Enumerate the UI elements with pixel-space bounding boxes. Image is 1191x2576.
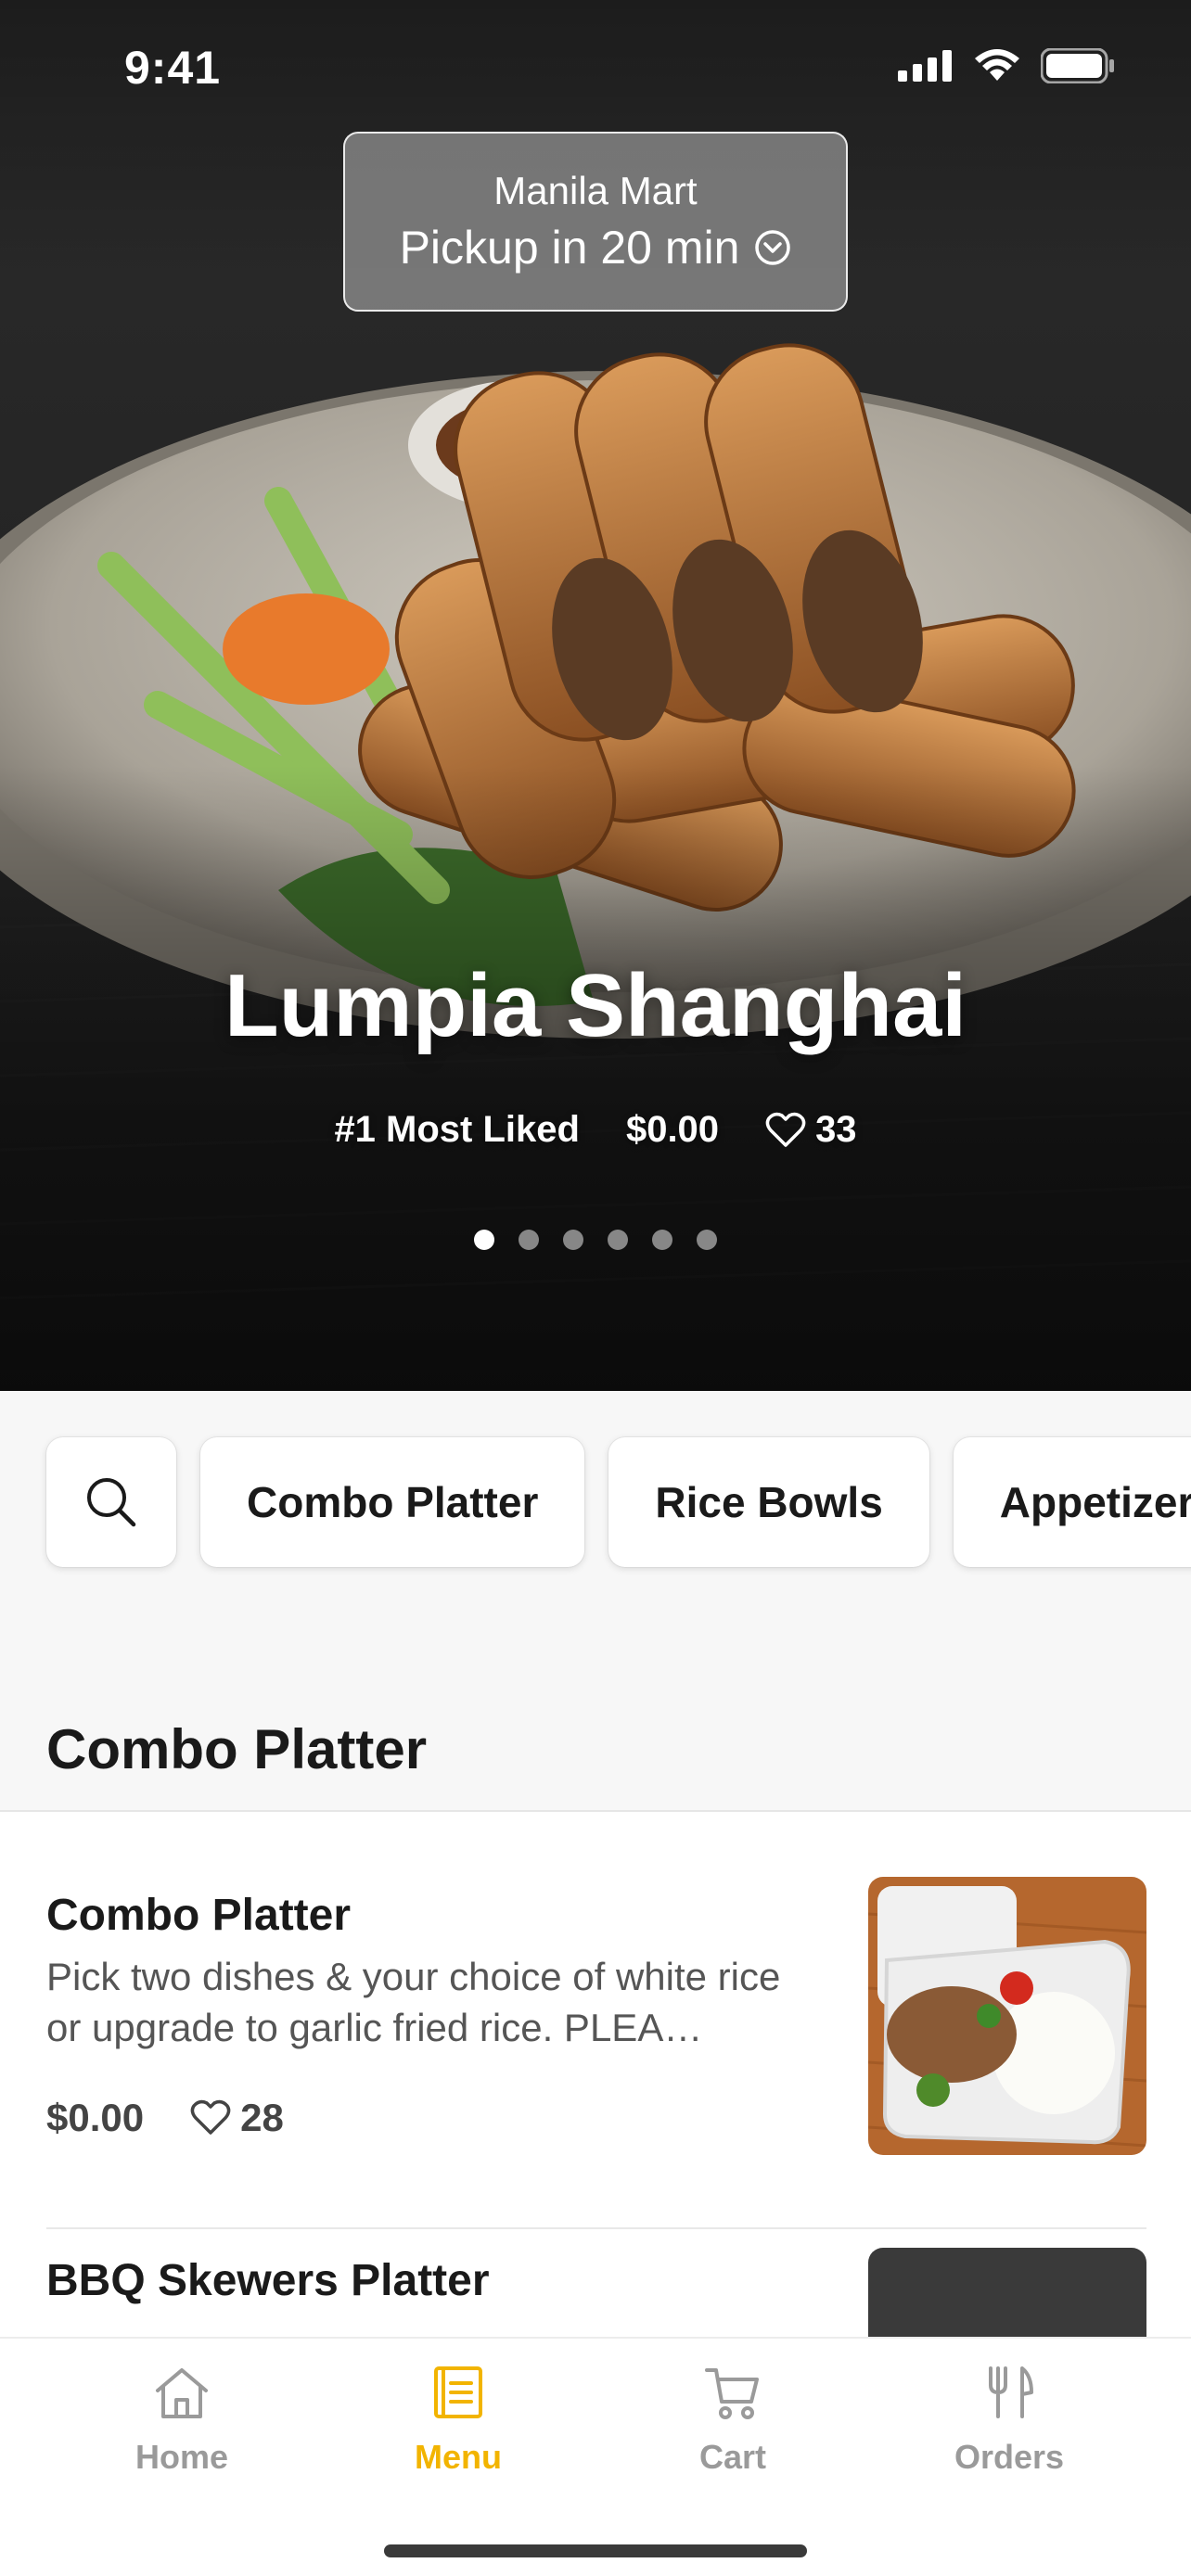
menu-item-price: $0.00 xyxy=(46,2096,145,2139)
menu-item-likes-count: 28 xyxy=(240,2096,284,2139)
search-icon xyxy=(87,1478,136,1527)
menu-item-footer: $0.00 28 xyxy=(46,2096,284,2140)
store-name: Manila Mart xyxy=(493,169,698,212)
search-button[interactable] xyxy=(46,1437,176,1567)
menu-item-description: Pick two dishes & your choice of white r… xyxy=(46,1955,781,2049)
battery-icon xyxy=(1041,48,1114,83)
tab-orders-label: Orders xyxy=(954,2438,1065,2476)
pickup-time: Pickup in 20 min xyxy=(345,221,846,274)
menu-item-photo xyxy=(868,1877,1146,2155)
carousel-dot[interactable] xyxy=(519,1230,539,1250)
menu-item[interactable]: Combo Platter Pick two dishes & your cho… xyxy=(0,1812,1191,2229)
tab-cart-label: Cart xyxy=(698,2438,767,2476)
featured-likes[interactable]: 33 xyxy=(765,1109,857,1151)
wifi-icon xyxy=(975,49,1019,81)
carousel-dots[interactable] xyxy=(0,1230,1191,1250)
carousel-dot[interactable] xyxy=(563,1230,583,1250)
featured-rank: #1 Most Liked xyxy=(334,1109,580,1150)
menu-item-name: BBQ Skewers Platter xyxy=(46,2256,490,2305)
status-icons xyxy=(898,48,1115,83)
chevron-circle-down-icon xyxy=(755,230,791,265)
tab-bar: Home Menu Cart Orders xyxy=(0,2337,1191,2576)
category-chip-combo-platter[interactable]: Combo Platter xyxy=(200,1437,585,1567)
tab-home-label: Home xyxy=(134,2438,229,2476)
home-indicator[interactable] xyxy=(384,2544,807,2557)
category-bar: Combo Platter Rice Bowls Appetizers xyxy=(46,1437,1191,1567)
status-bar: 9:41 xyxy=(0,0,1191,139)
featured-dish-title: Lumpia Shanghai xyxy=(224,956,967,1055)
category-chip-rice-bowls[interactable]: Rice Bowls xyxy=(608,1437,929,1567)
signal-icon xyxy=(898,50,952,82)
tab-orders[interactable]: Orders xyxy=(916,2363,1102,2477)
featured-hero[interactable]: 9:41 Manila Mart Pickup in 20 min Lumpia… xyxy=(0,0,1191,1391)
tab-cart[interactable]: Cart xyxy=(640,2363,826,2477)
pickup-label: Pickup in 20 min xyxy=(399,222,740,274)
tab-menu-label: Menu xyxy=(415,2438,502,2476)
store-selector[interactable]: Manila Mart Pickup in 20 min xyxy=(343,132,848,312)
featured-price: $0.00 xyxy=(625,1109,720,1150)
carousel-dot[interactable] xyxy=(652,1230,672,1250)
menu-list: Combo Platter Pick two dishes & your cho… xyxy=(0,1812,1191,2340)
menu-item-name: Combo Platter xyxy=(46,1891,352,1940)
cart-icon xyxy=(705,2368,759,2419)
menu-icon xyxy=(434,2366,482,2418)
tab-home[interactable]: Home xyxy=(89,2363,275,2477)
tab-menu[interactable]: Menu xyxy=(365,2363,551,2477)
featured-dish-meta: #1 Most Liked $0.00 33 xyxy=(0,1109,1191,1151)
heart-icon xyxy=(765,1112,806,1147)
carousel-dot[interactable] xyxy=(608,1230,628,1250)
carousel-dot[interactable] xyxy=(697,1230,717,1250)
home-icon xyxy=(156,2368,208,2418)
menu-item-likes[interactable]: 28 xyxy=(190,2096,284,2140)
carousel-dot[interactable] xyxy=(474,1230,494,1250)
status-time: 9:41 xyxy=(124,42,222,94)
featured-likes-count: 33 xyxy=(815,1109,857,1150)
menu-item[interactable]: BBQ Skewers Platter xyxy=(0,2229,1191,2340)
fork-knife-icon xyxy=(989,2366,1033,2418)
app-screen: 9:41 Manila Mart Pickup in 20 min Lumpia… xyxy=(0,0,1191,2576)
category-chip-appetizers[interactable]: Appetizers xyxy=(953,1437,1191,1567)
section-title: Combo Platter xyxy=(46,1718,428,1780)
menu-item-photo xyxy=(868,2248,1146,2340)
heart-icon xyxy=(190,2099,231,2135)
